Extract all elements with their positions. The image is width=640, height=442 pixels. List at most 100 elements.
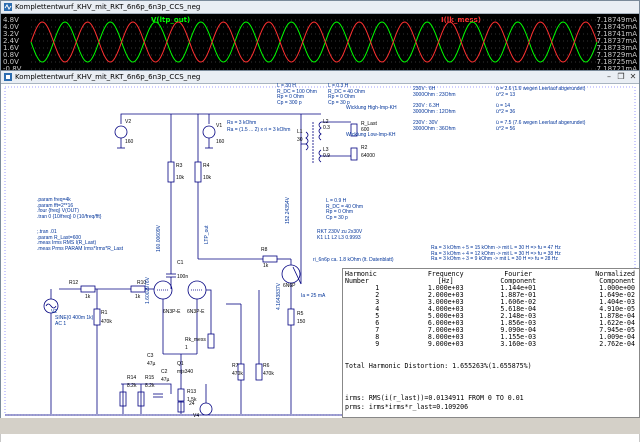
waveform-plot[interactable]: V(ltp_out) I(lk_mess) 4.8V 4.0V 3.2V 2.4… (1, 14, 639, 73)
spice-directives[interactable]: .param freq=4k .param fft=2**16 .four {f… (37, 197, 124, 252)
component-l1[interactable]: L1 (297, 129, 303, 136)
fourier-cell: 9 (375, 340, 380, 348)
ra-table: Ra = 3 kOhm ÷ 5 = 15 kOhm -> mit L = 30 … (431, 245, 561, 263)
value-r1[interactable]: 470k (101, 319, 112, 326)
value-r6[interactable]: 470k (263, 371, 274, 378)
ia-note: Ia = 25 mA (301, 293, 326, 299)
tube-u2[interactable]: 6N3P-E (187, 309, 205, 316)
net-voltage-4: 152.24354V (285, 197, 291, 224)
tube-note: ri_6n6p ca. 1.8 kOhm (lt. Datenblatt) (313, 257, 394, 263)
vin-label[interactable]: V2 (51, 309, 57, 316)
fourier-cell: 3.160e-03 (500, 340, 537, 348)
fourier-table: Harmonic Frequency Fourier Normalized Nu… (345, 271, 635, 348)
value-r12[interactable]: 1k (85, 294, 90, 301)
value-q1[interactable]: mjs340 (177, 369, 193, 376)
component-c1[interactable]: C1 (177, 260, 183, 267)
component-r3[interactable]: R3 (176, 163, 182, 170)
component-r1[interactable]: R1 (101, 310, 107, 317)
waveform-window-title: Komplettentwurf_KHV_mit_RKT_6n6p_6n3p_CC… (15, 3, 201, 11)
transformer-params-l2: L = 0.3 H R_DC = 40 Ohm Rp = 0 Ohm Cp = … (328, 83, 365, 106)
component-r15[interactable]: R15 (145, 375, 154, 382)
ratio-line: ü^2 = 36 (496, 108, 516, 115)
net-voltage-3: 4.1643837V (276, 283, 282, 310)
component-q1[interactable]: Q1 (177, 361, 184, 368)
component-r13[interactable]: R13 (187, 389, 196, 396)
schematic-window-title: Komplettentwurf_KHV_mit_RKT_6n6p_6n3p_CC… (15, 73, 201, 81)
value-v1[interactable]: 160 (216, 139, 224, 146)
value-rk-mess[interactable]: 1 (185, 345, 188, 352)
net-voltage-2: 160.00609V (156, 225, 162, 252)
value-c1[interactable]: 100n (177, 274, 188, 281)
v2-source-symbol (114, 125, 128, 139)
component-r14[interactable]: R14 (127, 375, 136, 382)
component-r12[interactable]: R12 (69, 280, 78, 287)
component-r4[interactable]: R4 (203, 163, 209, 170)
waveform-traces (30, 19, 598, 70)
value-r7[interactable]: 470k (232, 371, 243, 378)
tube-u1[interactable]: 6N3P-E (163, 309, 181, 316)
value-r2[interactable]: 64000 (361, 153, 375, 160)
component-r7[interactable]: R7 (232, 363, 238, 370)
value-l1[interactable]: 30 (297, 137, 303, 144)
param-line: Cp = 300 p (277, 99, 302, 106)
close-button[interactable]: ✕ (627, 71, 639, 83)
value-l2[interactable]: 0.3 (323, 125, 330, 132)
fourier-header-row: Number [Hz] Component Component (345, 278, 635, 285)
ratio-line: ü^2 = 56 (496, 125, 516, 132)
ra-note: Ra = (1.5 ... 2) x ri = 3 kOhm (227, 127, 291, 133)
value-c2[interactable]: 47µ (161, 377, 169, 384)
value-r5[interactable]: 150 (297, 319, 305, 326)
value-r4[interactable]: 10k (203, 175, 211, 182)
component-r6[interactable]: R6 (263, 363, 269, 370)
value-r-last[interactable]: 600 (361, 127, 369, 134)
component-c2[interactable]: C2 (161, 369, 167, 376)
thd-result: Total Harmonic Distortion: 1.655263%(1.6… (345, 362, 532, 370)
value-r3[interactable]: 10k (176, 175, 184, 182)
param-line: Cp = 30 p (326, 214, 348, 221)
tube-u3-symbol (281, 264, 301, 284)
fourier-row: 3 3.000e+03 1.606e-02 1.404e-03 (345, 299, 635, 306)
value-r10[interactable]: 1k (135, 294, 140, 301)
net-label-ltp: LTP_out (204, 225, 210, 244)
fourier-row: 6 6.000e+03 1.856e-03 1.622e-04 (345, 320, 635, 327)
minimize-button[interactable]: – (603, 71, 615, 83)
schematic-titlebar[interactable]: Komplettentwurf_KHV_mit_RKT_6n6p_6n3p_CC… (1, 71, 639, 84)
component-r8[interactable]: R8 (261, 247, 267, 254)
ratio-line: 3000Ohm : 23Ohm (413, 91, 456, 98)
ra-table-line: Ra = 3 kOhm ÷ 3 = 9 kOhm -> mit L = 30 H… (431, 256, 558, 262)
waveform-titlebar[interactable]: Komplettentwurf_KHV_mit_RKT_6n6p_6n3p_CC… (1, 1, 639, 14)
fourier-header-row: Harmonic Frequency Fourier Normalized (345, 271, 635, 278)
fourier-rows: 1 1.000e+03 1.144e+01 1.000e+00 2 2.000e+03 1.… (345, 285, 635, 348)
value-v2[interactable]: 160 (125, 139, 133, 146)
component-v2[interactable]: V2 (125, 119, 131, 126)
schematic-app-icon (4, 73, 12, 81)
transformer-params-l3: L = 0.9 H R_DC = 40 Ohm Rp = 0 Ohm Cp = … (326, 198, 363, 221)
transform-ratios: ü = 2.6 (1.6 wegen Leerlauf abgerundet) … (496, 86, 585, 132)
value-r8[interactable]: 1k (263, 263, 268, 270)
fourier-row: 7 7.000e+03 9.090e-04 7.945e-05 (345, 327, 635, 334)
winding-note-high: Wicklung High-Imp-KH (346, 105, 397, 111)
ratio-line: 3000Ohm : 36Ohm (413, 125, 456, 132)
fourier-row: 2 2.000e+03 1.887e-01 1.649e-02 (345, 292, 635, 299)
rkt-line: K1 L1 L2 L3 0.9993 (317, 234, 361, 241)
component-r5[interactable]: R5 (297, 311, 303, 318)
component-c3[interactable]: C3 (147, 353, 153, 360)
component-r2[interactable]: R2 (361, 145, 367, 152)
value-r14[interactable]: 8.2k (127, 383, 136, 390)
value-r15[interactable]: 8.2k (145, 383, 154, 390)
value-c3[interactable]: 47µ (147, 361, 155, 368)
v1-source-symbol (202, 125, 216, 139)
voltage-ratios: 230V : 6H 3000Ohm : 23Ohm 230V : 6.3H 30… (413, 86, 456, 132)
tube-u3[interactable]: 6N6P (283, 283, 296, 290)
fourier-cell: 9.000e+03 (427, 340, 464, 348)
value-l3[interactable]: 0.9 (323, 153, 330, 160)
directive-line: .meas Prms PARAM Irms*Irms*R_Last (37, 245, 124, 252)
restore-button[interactable]: ❐ (615, 71, 627, 83)
fourier-result-panel[interactable]: Harmonic Frequency Fourier Normalized Nu… (342, 268, 640, 418)
v4-source-symbol (199, 402, 213, 416)
ac-spec[interactable]: AC 1 (55, 321, 66, 328)
rs-note: Rs = 3 kOhm (227, 120, 257, 126)
component-rk-mess[interactable]: Rk_mess (185, 337, 206, 344)
value-v4[interactable]: 24 (189, 401, 195, 408)
component-v1[interactable]: V1 (216, 123, 222, 130)
